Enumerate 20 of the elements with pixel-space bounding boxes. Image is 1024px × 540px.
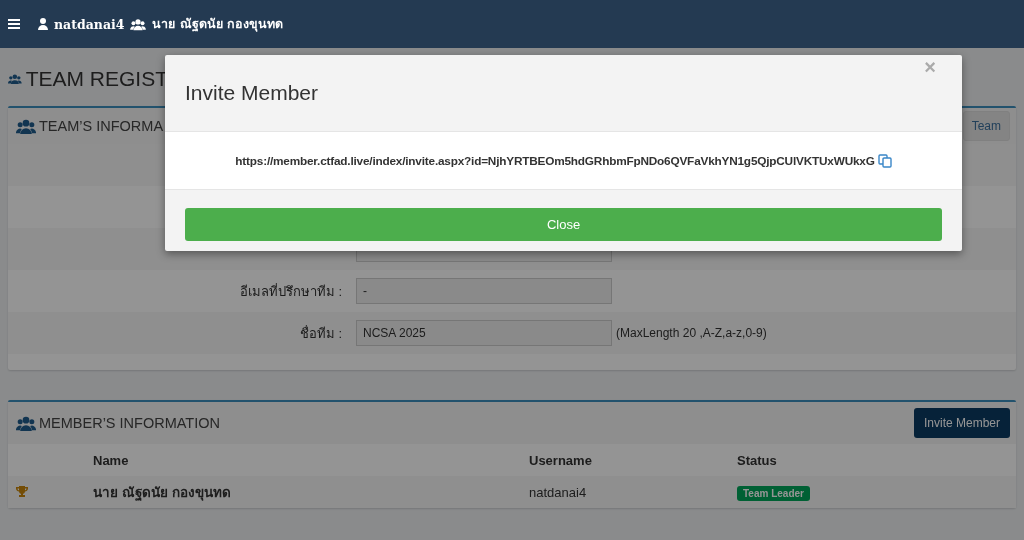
team-button[interactable]: Team [962, 111, 1010, 141]
column-header: Status [737, 452, 778, 468]
modal-title: Invite Member [185, 81, 319, 105]
input-field[interactable]: NCSA 2025 [356, 320, 612, 346]
input-field[interactable]: - [356, 278, 612, 304]
panel-title: MEMBER’S INFORMATION [39, 415, 220, 431]
table-cell-text: natdanai4 [529, 484, 588, 500]
status-badge: Team Leader [737, 485, 810, 501]
column-header: Name [93, 452, 130, 468]
field-label: ชื่อทีม : [299, 325, 342, 341]
panel-title: TEAM’S INFORMA [39, 118, 164, 134]
close-button[interactable]: Close [185, 208, 942, 241]
invite-member-button[interactable]: Invite Member [913, 408, 1010, 438]
field-hint: (MaxLength 20 ,A-Z,a-z,0-9) [616, 326, 767, 340]
table-cell-text: นาย ณัฐดนัย กองขุนทด [93, 484, 232, 503]
member-name: นาย ณัฐดนัย กองขุนทด [152, 15, 284, 34]
page-title: TEAM REGIST [25, 67, 168, 91]
field-label: อีเมลที่ปรึกษาทีม : [239, 283, 342, 299]
username: natdanai4 [54, 16, 125, 32]
column-header: Username [529, 452, 593, 468]
